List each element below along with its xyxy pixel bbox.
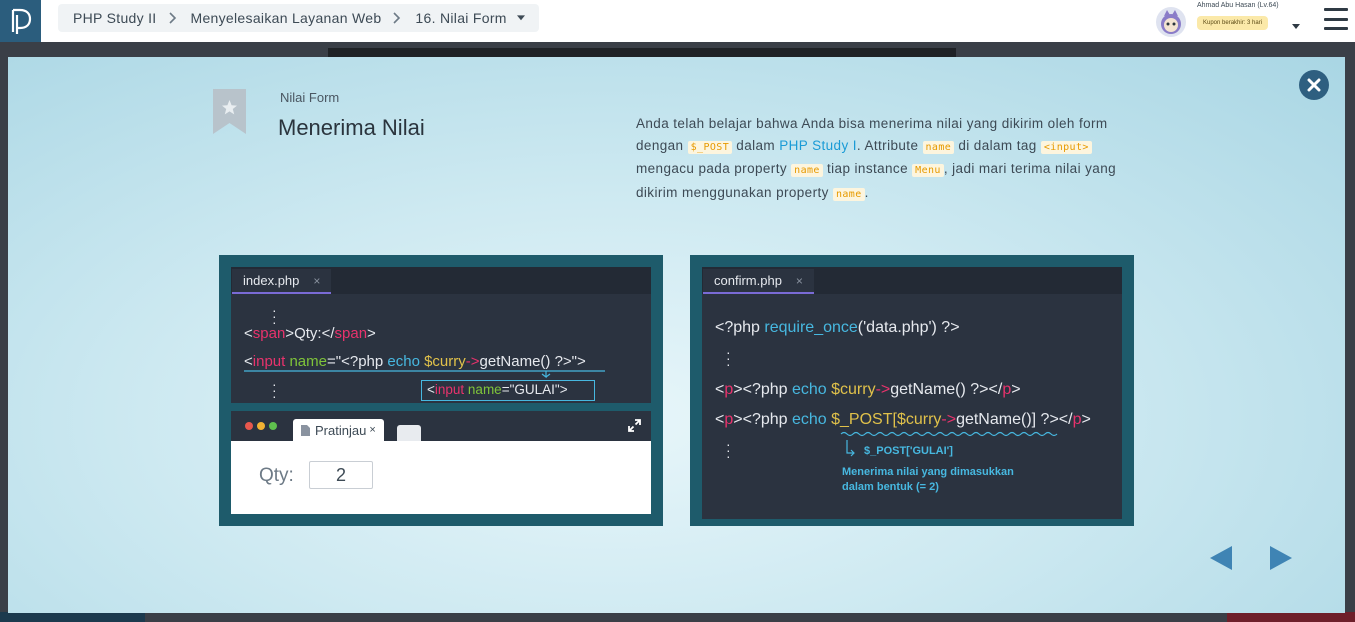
breadcrumb: PHP Study II Menyelesaikan Layanan Web 1…: [58, 4, 539, 32]
close-tab-icon: ×: [313, 273, 321, 288]
caret-down-icon[interactable]: [1292, 16, 1300, 34]
preview-tab-label: Pratinjau: [315, 422, 367, 438]
editor-tab-bar: confirm.php ×: [702, 267, 1122, 294]
code-line-span: <span>Qty:</span>: [244, 325, 376, 342]
triangle-right-icon: [1270, 546, 1292, 570]
coupon-badge: Kupon berakhir: 3 hari: [1197, 16, 1269, 30]
php-study-link[interactable]: PHP Study I: [779, 138, 857, 153]
qty-input: 2: [309, 461, 373, 489]
breadcrumb-chapter[interactable]: Menyelesaikan Layanan Web: [191, 10, 382, 26]
inline-code: name: [922, 140, 955, 154]
desc-text: . Attribute: [856, 137, 923, 153]
inline-code: $_POST: [687, 140, 733, 154]
triangle-left-icon: [1210, 546, 1232, 570]
window-zoom-dot: [269, 422, 277, 430]
inline-code: Menu: [912, 164, 944, 177]
inline-code: name: [791, 164, 823, 177]
section-label: Nilai Form: [280, 90, 340, 105]
slide-modal: Nilai Form Menerima Nilai Anda telah bel…: [8, 57, 1345, 613]
close-tab-icon: ×: [795, 273, 803, 288]
close-tab-icon: ×: [369, 424, 376, 436]
desc-text: di dalam tag: [954, 137, 1041, 153]
window-close-dot: [245, 422, 253, 430]
caret-down-icon[interactable]: [516, 15, 525, 21]
ellipsis-vertical-icon: · · ·: [272, 302, 277, 330]
window-minimize-dot: [257, 422, 265, 430]
ellipsis-vertical-icon: · · ·: [726, 436, 731, 464]
expand-icon: [628, 419, 641, 432]
preview-tab: Pratinjau ×: [293, 419, 384, 441]
file-tab-confirm: confirm.php ×: [703, 269, 814, 294]
note-line-2: dalam bentuk (= 2): [842, 481, 939, 493]
bookmark-icon[interactable]: [213, 89, 246, 134]
desc-text: dalam: [732, 137, 780, 153]
inline-code: name: [832, 187, 865, 201]
username: Ahmad Abu Hasan (Lv.64): [1197, 2, 1279, 9]
app-logo[interactable]: [0, 0, 41, 42]
browser-chrome: Pratinjau ×: [231, 411, 651, 441]
desc-text: .: [864, 184, 869, 200]
avatar[interactable]: [1156, 7, 1186, 37]
close-button[interactable]: [1299, 70, 1329, 100]
rendered-html-callout: <input name="GULAI">: [421, 380, 595, 401]
prev-slide-button[interactable]: [1210, 546, 1232, 575]
hamburger-menu-icon[interactable]: [1324, 8, 1348, 30]
code-line-post: <p><?php echo $_POST[$curry->getName()] …: [715, 411, 1091, 428]
user-menu[interactable]: Ahmad Abu Hasan (Lv.64) Kupon berakhir: …: [1154, 2, 1304, 40]
background-strip: [0, 612, 145, 622]
ellipsis-vertical-icon: · · ·: [726, 344, 731, 372]
code-line-input: <input name="<?php echo $curry->getName(…: [244, 353, 586, 370]
post-key-note: $_POST['GULAI']: [864, 445, 953, 457]
code-editor: confirm.php × <?php require_once('data.p…: [702, 267, 1122, 519]
index-php-figure: index.php × · · · <span>Qty:</span> <input…: [219, 255, 663, 526]
slide-title: Menerima Nilai: [278, 115, 425, 140]
top-bar: PHP Study II Menyelesaikan Layanan Web 1…: [0, 0, 1355, 42]
breadcrumb-lesson[interactable]: 16. Nilai Form: [415, 10, 506, 26]
logo-icon: [11, 8, 31, 34]
file-tab-index: index.php ×: [232, 269, 332, 294]
desc-text: mengacu pada property: [636, 161, 792, 176]
file-tab-label: index.php: [243, 273, 300, 288]
desc-text: tiap instance: [822, 161, 913, 176]
file-tab-label: confirm.php: [714, 273, 782, 288]
confirm-php-figure: confirm.php × <?php require_once('data.p…: [690, 255, 1134, 526]
code-line-getname: <p><?php echo $curry->getName() ?></p>: [715, 381, 1021, 398]
breadcrumb-course[interactable]: PHP Study II: [73, 10, 157, 26]
slide-description: Anda telah belajar bahwa Anda bisa mener…: [636, 113, 1116, 205]
chevron-right-icon: [393, 11, 403, 25]
inline-code: <input>: [1040, 140, 1092, 154]
code-editor: index.php × · · · <span>Qty:</span> <input…: [231, 267, 651, 403]
chevron-right-icon: [168, 11, 179, 25]
qty-label: Qty:: [259, 465, 294, 486]
page-icon: [301, 424, 310, 436]
code-line-require: <?php require_once('data.php') ?>: [715, 319, 960, 336]
background-button: [1227, 612, 1355, 622]
next-slide-button[interactable]: [1270, 546, 1292, 575]
editor-tab-bar: index.php ×: [231, 267, 651, 294]
close-icon: [1307, 78, 1321, 92]
callout-code: <input name="GULAI">: [427, 382, 568, 397]
new-tab: [397, 425, 421, 441]
note-line-1: Menerima nilai yang dimasukkan: [842, 466, 1014, 478]
browser-preview: Pratinjau × Qty: 2: [231, 411, 651, 514]
ellipsis-vertical-icon: · · ·: [272, 376, 277, 404]
